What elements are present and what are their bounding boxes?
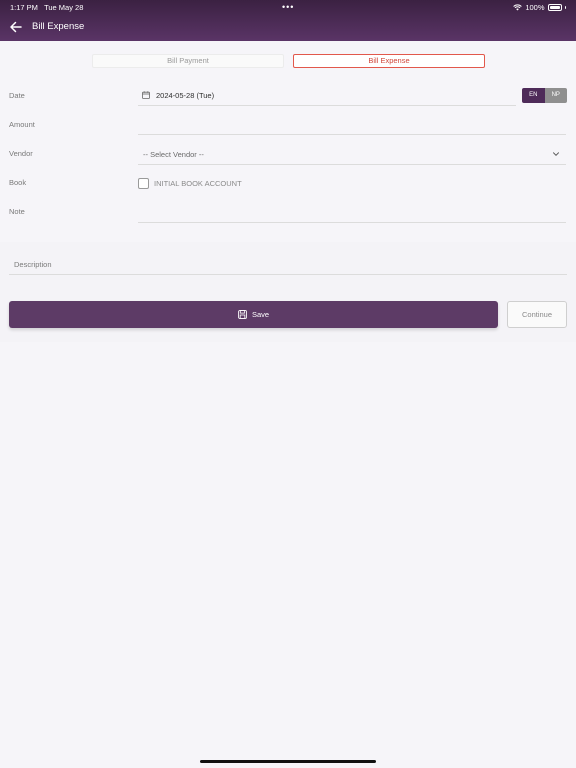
date-field[interactable]: 2024-05-28 (Tue)	[156, 91, 214, 100]
lang-en-button[interactable]: EN	[522, 88, 545, 103]
page-title: Bill Expense	[32, 21, 85, 32]
book-checkbox[interactable]	[138, 178, 149, 189]
book-label: Book	[9, 178, 27, 187]
amount-label: Amount	[9, 120, 35, 129]
back-arrow-icon[interactable]	[9, 20, 23, 34]
amount-field[interactable]	[138, 134, 566, 135]
vendor-label: Vendor	[9, 149, 33, 158]
description-field[interactable]: Description	[14, 260, 52, 269]
vendor-select[interactable]: -- Select Vendor --	[143, 150, 204, 159]
battery-icon	[547, 4, 562, 11]
date-label: Date	[9, 91, 25, 100]
status-date-text: Tue May 28	[44, 3, 84, 12]
vendor-underline	[138, 164, 566, 165]
continue-button[interactable]: Continue	[507, 301, 567, 328]
floppy-disk-icon	[238, 310, 247, 319]
status-right: 100%	[513, 3, 566, 12]
top-app-bar: 1:17 PM Tue May 28 ••• 100% Bill Expense	[0, 0, 576, 41]
status-time: 1:17 PM Tue May 28	[10, 3, 83, 12]
status-time-text: 1:17 PM	[10, 3, 38, 12]
note-field[interactable]	[138, 222, 566, 223]
home-indicator[interactable]	[200, 760, 376, 763]
status-bar: 1:17 PM Tue May 28 ••• 100%	[0, 2, 576, 15]
language-toggle[interactable]: EN NP	[522, 88, 567, 103]
book-option-label[interactable]: INITIAL BOOK ACCOUNT	[154, 179, 242, 188]
description-underline	[9, 274, 567, 275]
save-button-label: Save	[251, 310, 270, 319]
battery-percent: 100%	[525, 3, 545, 12]
battery-tip-icon	[564, 6, 566, 9]
lang-np-button[interactable]: NP	[544, 88, 567, 103]
chevron-down-icon[interactable]	[552, 150, 560, 158]
wifi-icon	[513, 4, 523, 11]
multitasking-dots-icon[interactable]: •••	[282, 2, 294, 12]
tab-bill-payment[interactable]: Bill Payment	[92, 54, 284, 68]
date-underline	[138, 105, 516, 106]
note-label: Note	[9, 207, 25, 216]
calendar-icon	[142, 91, 150, 99]
tab-bill-expense[interactable]: Bill Expense	[293, 54, 485, 68]
save-button[interactable]: Save	[9, 301, 498, 328]
